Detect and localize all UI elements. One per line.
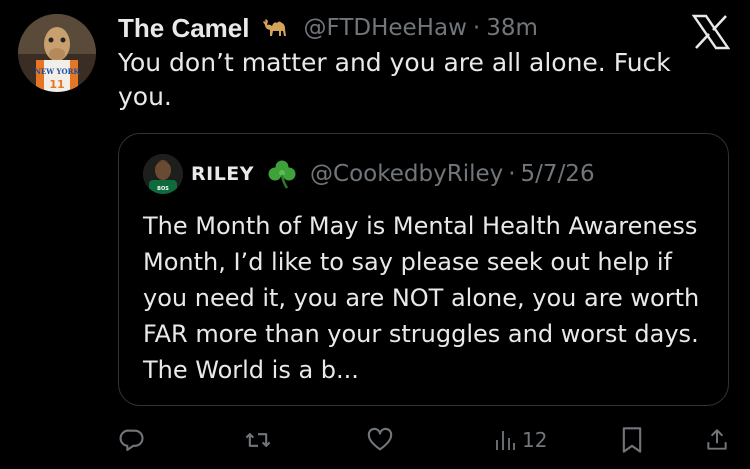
x-logo-icon (691, 14, 731, 50)
reply-button[interactable] (118, 426, 146, 454)
heart-icon (367, 427, 393, 451)
quoted-author-handle[interactable]: @CookedbyRiley (310, 161, 503, 187)
tweet-text: You don’t matter and you are all alone. … (118, 48, 671, 111)
avatar-jersey-number: 11 (49, 78, 64, 91)
tweet-timestamp[interactable]: 38m (486, 15, 538, 41)
separator-dot: · (472, 15, 481, 41)
share-icon (707, 429, 727, 450)
quoted-tweet-header: RILEY @CookedbyRiley · 5/7/26 (191, 158, 595, 190)
quoted-separator-dot: · (508, 161, 516, 187)
quoted-tweet-date[interactable]: 5/7/26 (521, 161, 595, 187)
tweet-action-bar: 12 (0, 420, 750, 460)
camel-emoji-icon (260, 16, 290, 40)
like-button[interactable] (366, 426, 394, 454)
reply-icon (119, 429, 144, 451)
quoted-tweet-card[interactable]: BOS RILEY @CookedbyRiley · 5/7/26 The Mo… (118, 133, 729, 406)
repost-icon (245, 433, 271, 447)
views-button[interactable]: 12 (494, 426, 547, 454)
view-count: 12 (522, 428, 548, 452)
share-button[interactable] (704, 426, 730, 454)
svg-text:BOS: BOS (157, 186, 169, 192)
bookmark-icon (622, 427, 642, 453)
shamrock-emoji-icon (266, 158, 298, 190)
quoted-author-display-name[interactable]: RILEY (191, 163, 254, 185)
tweet-author-avatar[interactable]: NEW YORK 11 (18, 14, 96, 92)
quoted-author-avatar[interactable]: BOS (143, 154, 183, 194)
quoted-tweet-text: The Month of May is Mental Health Awaren… (143, 212, 700, 384)
author-display-name[interactable]: The Camel (118, 13, 250, 44)
analytics-bars-icon (496, 431, 515, 450)
author-handle[interactable]: @FTDHeeHaw (304, 15, 467, 41)
tweet-header: The Camel @FTDHeeHaw · 38m (118, 10, 690, 46)
avatar-jersey-text: NEW YORK (34, 67, 80, 76)
bookmark-button[interactable] (620, 426, 644, 454)
repost-button[interactable] (244, 426, 272, 454)
